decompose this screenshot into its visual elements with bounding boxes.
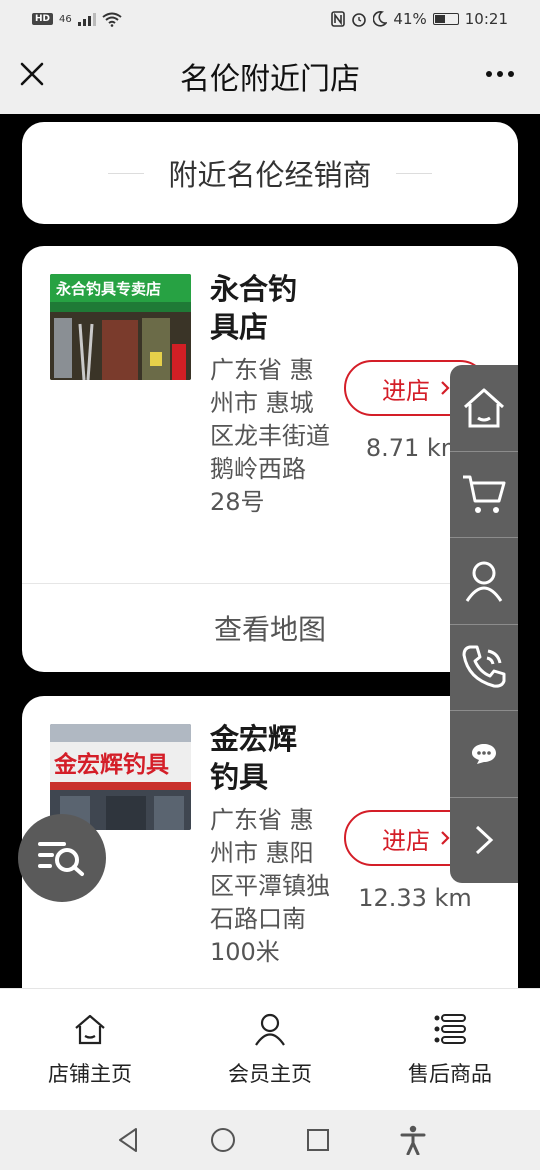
signal-icon — [77, 13, 96, 26]
store-photo[interactable]: 永合钓具专卖店 — [50, 274, 191, 380]
divider-right — [395, 172, 432, 174]
store-card: 永合钓具专卖店 永合钓具店 广东省 惠州市 惠城区龙丰街道鹅岭西路28号 进店 … — [22, 246, 518, 672]
section-title: 附近名伦经销商 — [168, 158, 372, 192]
hd-badge: HD — [32, 13, 54, 25]
side-phone-button[interactable] — [450, 625, 518, 711]
nav-back-button[interactable] — [98, 1110, 158, 1170]
battery-icon — [432, 13, 459, 25]
battery-percent: 41% — [393, 10, 427, 28]
wifi-icon — [102, 12, 122, 27]
more-button[interactable] — [482, 60, 518, 88]
alarm-icon — [352, 13, 367, 27]
store-name[interactable]: 永合钓具店 — [210, 270, 322, 346]
status-right: 41% 10:21 — [331, 10, 508, 28]
view-map-link[interactable]: 查看地图 — [22, 584, 518, 672]
user-icon — [465, 561, 503, 602]
phone-icon — [462, 645, 506, 688]
accessibility-icon — [400, 1125, 425, 1155]
title-bar: 名伦附近门店 — [0, 38, 540, 114]
side-user-button[interactable] — [450, 538, 518, 625]
divider-left — [108, 172, 145, 174]
system-nav-bar — [0, 1110, 540, 1170]
tab-store-home[interactable]: 店铺主页 — [0, 989, 180, 1110]
store-sign-text: 永合钓具专卖店 — [55, 280, 161, 298]
enter-store-label: 进店 — [382, 376, 430, 405]
store-distance: 12.33 km — [358, 884, 472, 912]
network-type: 46 — [59, 13, 72, 25]
side-collapse-button[interactable] — [450, 798, 518, 884]
recents-square-icon — [306, 1129, 329, 1151]
nav-home-button[interactable] — [193, 1110, 253, 1170]
moon-icon — [373, 11, 388, 27]
store-address: 广东省 惠州市 惠阳区平潭镇独石路口南100米 — [210, 806, 330, 966]
bottom-tab-bar: 店铺主页 会员主页 售后商品 — [0, 988, 540, 1110]
clock: 10:21 — [464, 10, 508, 28]
chevron-right-icon — [441, 831, 450, 845]
list-search-icon — [38, 842, 84, 876]
tab-after-sales[interactable]: 售后商品 — [360, 989, 540, 1110]
status-left: HD 46 — [32, 12, 122, 27]
home-icon — [463, 388, 505, 428]
close-icon — [20, 62, 44, 86]
back-triangle-icon — [118, 1128, 137, 1152]
chat-icon — [472, 743, 496, 764]
list-icon — [434, 1013, 466, 1044]
tab-label: 店铺主页 — [48, 1061, 132, 1086]
store-sign-text: 金宏辉钓具 — [53, 751, 169, 778]
tab-label: 会员主页 — [228, 1061, 312, 1086]
chevron-right-icon — [475, 826, 494, 855]
side-home-button[interactable] — [450, 365, 518, 452]
store-name[interactable]: 金宏辉钓具 — [210, 720, 322, 796]
home-icon — [75, 1014, 105, 1044]
nav-accessibility-button[interactable] — [383, 1110, 443, 1170]
nav-recents-button[interactable] — [288, 1110, 348, 1170]
tab-member-home[interactable]: 会员主页 — [180, 989, 360, 1110]
status-bar: HD 46 41% 10:21 — [0, 0, 540, 38]
store-address: 广东省 惠州市 惠城区龙丰街道鹅岭西路28号 — [210, 356, 330, 516]
page-title: 名伦附近门店 — [180, 62, 360, 97]
floating-side-menu — [450, 365, 518, 883]
cart-icon — [463, 475, 506, 514]
close-button[interactable] — [14, 56, 50, 92]
enter-store-label: 进店 — [382, 826, 430, 855]
section-header-card: 附近名伦经销商 — [22, 122, 518, 224]
home-circle-icon — [210, 1128, 235, 1152]
nfc-icon — [331, 11, 346, 27]
chevron-right-icon — [441, 381, 450, 395]
tab-label: 售后商品 — [408, 1061, 492, 1086]
more-icon — [486, 71, 514, 77]
side-cart-button[interactable] — [450, 452, 518, 538]
floating-search-button[interactable] — [18, 814, 106, 902]
user-icon — [255, 1013, 285, 1046]
side-chat-button[interactable] — [450, 711, 518, 798]
